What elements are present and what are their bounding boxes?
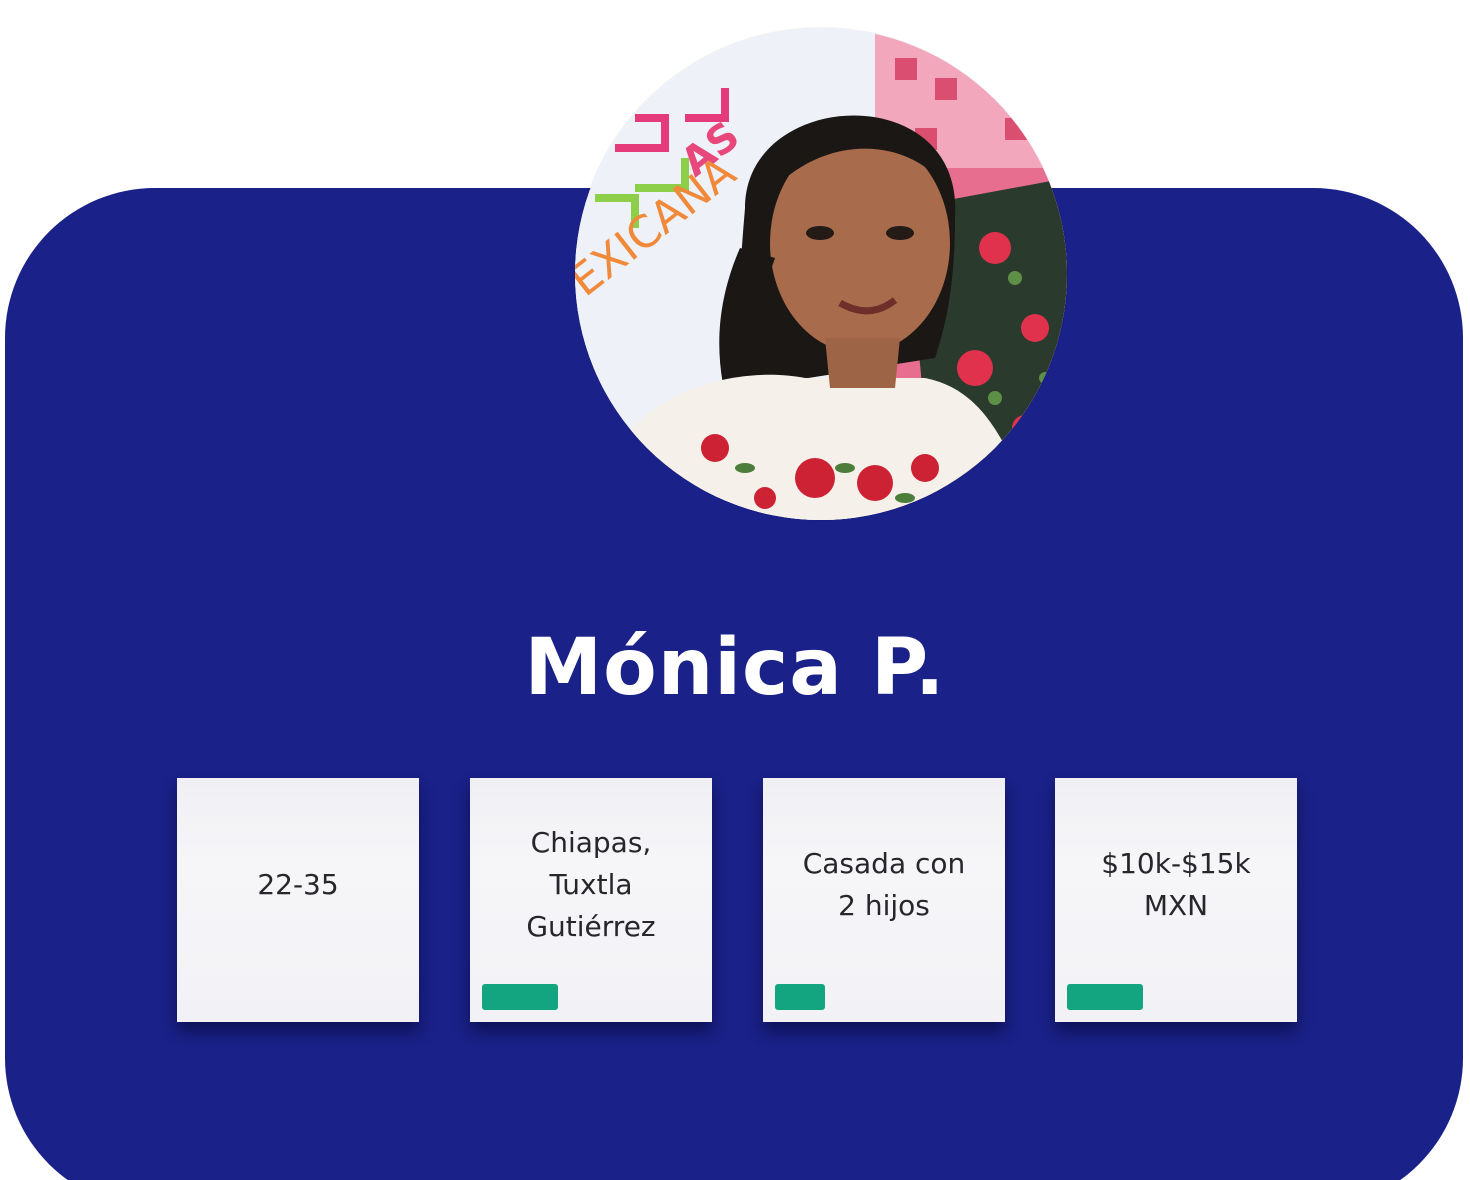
attribute-note-text: 22-35: [257, 868, 339, 901]
attribute-note-text: $10k-$15k MXN: [1101, 847, 1251, 922]
attribute-note-text: Chiapas, Tuxtla Gutiérrez: [526, 826, 656, 943]
persona-name: Mónica P.: [524, 623, 946, 713]
attribute-note-location: Chiapas, Tuxtla Gutiérrez: [470, 778, 712, 1022]
persona-avatar: AS EXICANA: [575, 28, 1067, 520]
attribute-note-age: 22-35: [177, 778, 419, 1022]
attribute-note-family: Casada con 2 hijos: [763, 778, 1005, 1022]
green-tag: [1067, 984, 1143, 1010]
attribute-note-text: Casada con 2 hijos: [802, 847, 966, 922]
avatar-photo: AS EXICANA: [575, 28, 1067, 520]
green-tag: [482, 984, 558, 1010]
attribute-note-income: $10k-$15k MXN: [1055, 778, 1297, 1022]
green-tag: [775, 984, 825, 1010]
persona-canvas: AS EXICANA Mónica P. 22-35 Chiapas, Tuxt…: [0, 0, 1470, 1180]
